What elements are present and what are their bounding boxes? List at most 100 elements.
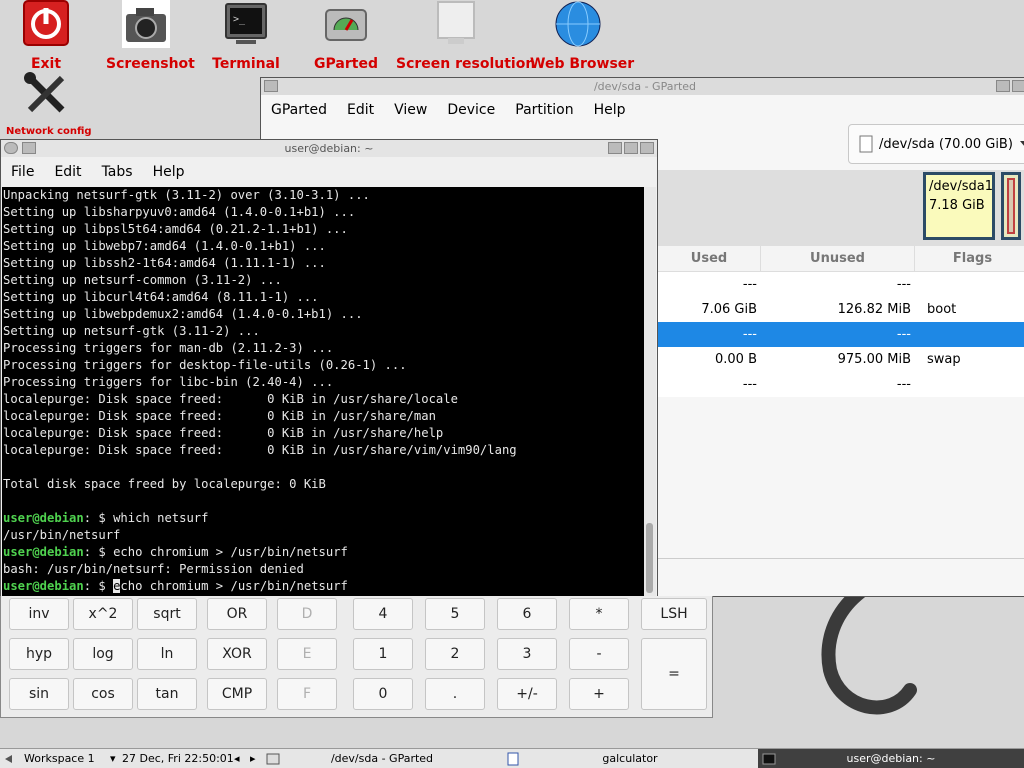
calc-button[interactable]: cos <box>73 678 133 710</box>
device-selector[interactable]: /dev/sda (70.00 GiB) <box>848 124 1024 164</box>
terminal-line: bash: /usr/bin/netsurf: Permission denie… <box>3 562 304 576</box>
calc-button[interactable]: hyp <box>9 638 69 670</box>
calc-button[interactable]: 5 <box>425 598 485 630</box>
power-icon <box>23 0 69 46</box>
calc-button[interactable]: +/- <box>497 678 557 710</box>
partition-block-sda1[interactable]: /dev/sda1 7.18 GiB <box>923 172 995 240</box>
calc-button[interactable]: 4 <box>353 598 413 630</box>
partition-row[interactable]: --- --- <box>658 272 1024 297</box>
scrollbar-thumb[interactable] <box>646 523 653 593</box>
svg-text:>_: >_ <box>233 14 246 25</box>
workspace-dropdown-icon[interactable]: ▾ <box>106 749 118 768</box>
partition-row[interactable]: --- --- <box>658 372 1024 397</box>
desktop-icon-label: Web Browser <box>530 56 635 72</box>
workspace-switcher[interactable]: Workspace 1 <box>20 749 106 768</box>
terminal-prompt-line: user@debian: $ which netsurf <box>3 510 644 527</box>
taskbar-task-terminal[interactable]: user@debian: ~ <box>758 748 1024 768</box>
calculator-window[interactable]: inv x^2 sqrt OR D 4 5 6 * LSH hyp log ln XOR E 1 2 3- sin c… <box>0 596 713 718</box>
prompt-user: user@debian <box>3 545 84 559</box>
window-menu-icon[interactable] <box>4 142 18 154</box>
calc-button[interactable]: sqrt <box>137 598 197 630</box>
taskbar-task-gparted[interactable]: /dev/sda - GParted <box>262 749 502 768</box>
calc-button[interactable]: + <box>569 678 629 710</box>
maximize-icon[interactable] <box>1012 80 1024 92</box>
calc-button[interactable]: . <box>425 678 485 710</box>
menu-device[interactable]: Device <box>437 102 505 118</box>
terminal-line: Setting up libsharpyuv0:amd64 (1.4.0-0.1… <box>3 205 356 219</box>
desktop-icon-screenshot[interactable]: Screenshot <box>106 0 195 72</box>
desktop-icon-label: Network config <box>6 126 92 137</box>
next-arrow-icon[interactable]: ▸ <box>246 749 262 768</box>
calc-button[interactable]: sin <box>9 678 69 710</box>
device-selector-label: /dev/sda (70.00 GiB) <box>879 136 1013 152</box>
close-icon[interactable] <box>640 142 654 154</box>
camera-icon <box>122 0 170 48</box>
partition-table-rows: --- --- 7.06 GiB 126.82 MiB boot --- --- 0.00 B… <box>658 272 1024 397</box>
terminal-line: Setting up libwebp7:amd64 (1.4.0-0.1+b1)… <box>3 239 326 253</box>
gparted-titlebar[interactable]: /dev/sda - GParted <box>261 78 1024 95</box>
menu-edit[interactable]: Edit <box>44 164 91 180</box>
desktop-icon-screen-resolution[interactable]: Screen resolution <box>396 0 535 72</box>
desktop-icon-network-config[interactable]: Network config <box>6 70 92 137</box>
prompt-suffix: : $ <box>83 579 114 593</box>
column-header-used[interactable]: Used <box>658 246 761 271</box>
calc-button[interactable]: 3 <box>497 638 557 670</box>
maximize-icon[interactable] <box>624 142 638 154</box>
column-header-flags[interactable]: Flags <box>915 246 1024 271</box>
partition-cell-flags: swap <box>927 352 961 367</box>
terminal-scrollbar[interactable] <box>644 187 656 597</box>
menu-tabs[interactable]: Tabs <box>92 164 143 180</box>
calc-button[interactable]: OR <box>207 598 267 630</box>
calc-button[interactable]: tan <box>137 678 197 710</box>
calc-button[interactable]: 6 <box>497 598 557 630</box>
partition-cell-unused: 126.82 MiB <box>837 302 911 317</box>
menu-gparted[interactable]: GParted <box>261 102 337 118</box>
calc-button[interactable]: ln <box>137 638 197 670</box>
column-header-unused[interactable]: Unused <box>761 246 915 271</box>
partition-row[interactable]: 0.00 B 975.00 MiB swap <box>658 347 1024 372</box>
calc-button[interactable]: - <box>569 638 629 670</box>
partition-row[interactable]: --- --- <box>658 322 1024 347</box>
terminal-window[interactable]: user@debian: ~ File Edit Tabs Help Unpac… <box>0 139 658 597</box>
calc-button[interactable]: x^2 <box>73 598 133 630</box>
menu-edit[interactable]: Edit <box>337 102 384 118</box>
partition-cell-used: --- <box>742 277 757 292</box>
menu-view[interactable]: View <box>384 102 437 118</box>
partition-row[interactable]: 7.06 GiB 126.82 MiB boot <box>658 297 1024 322</box>
partition-cell-unused: --- <box>896 377 911 392</box>
partition-block-size: 7.18 GiB <box>929 198 985 213</box>
calculator-task-icon <box>507 752 519 765</box>
menu-help[interactable]: Help <box>143 164 195 180</box>
taskbar-menu-icon[interactable] <box>0 749 20 768</box>
calc-button[interactable]: LSH <box>641 598 707 630</box>
calc-button[interactable]: inv <box>9 598 69 630</box>
desktop-icon-web-browser[interactable]: Web Browser <box>530 0 635 72</box>
prev-arrow-icon[interactable]: ◂ <box>230 749 246 768</box>
disk-icon <box>325 9 367 41</box>
calc-button[interactable]: = <box>641 638 707 710</box>
desktop-icon-gparted[interactable]: GParted <box>306 0 386 72</box>
calc-button[interactable]: 1 <box>353 638 413 670</box>
calc-button[interactable]: 0 <box>353 678 413 710</box>
terminal-output[interactable]: Unpacking netsurf-gtk (3.11-2) over (3.1… <box>2 187 644 597</box>
terminal-app-icon <box>22 142 36 154</box>
calc-button: F <box>277 678 337 710</box>
desktop-icon-exit[interactable]: Exit <box>16 0 76 72</box>
minimize-icon[interactable] <box>996 80 1010 92</box>
calc-button[interactable]: log <box>73 638 133 670</box>
taskbar: Workspace 1 ▾ 27 Dec, Fri 22:50:01 ◂ ▸ /… <box>0 748 1024 768</box>
menu-file[interactable]: File <box>1 164 44 180</box>
desktop-icon-terminal[interactable]: >_ Terminal <box>206 0 286 72</box>
calc-button[interactable]: XOR <box>207 638 267 670</box>
partition-block-small[interactable] <box>1001 172 1021 240</box>
taskbar-clock: 27 Dec, Fri 22:50:01 <box>122 752 234 765</box>
minimize-icon[interactable] <box>608 142 622 154</box>
calc-button[interactable]: 2 <box>425 638 485 670</box>
menu-partition[interactable]: Partition <box>505 102 583 118</box>
window-menu-icon[interactable] <box>264 80 278 92</box>
calc-button[interactable]: CMP <box>207 678 267 710</box>
taskbar-task-galculator[interactable]: galculator <box>502 749 758 768</box>
menu-help[interactable]: Help <box>584 102 636 118</box>
terminal-titlebar[interactable]: user@debian: ~ <box>1 140 657 157</box>
calc-button[interactable]: * <box>569 598 629 630</box>
